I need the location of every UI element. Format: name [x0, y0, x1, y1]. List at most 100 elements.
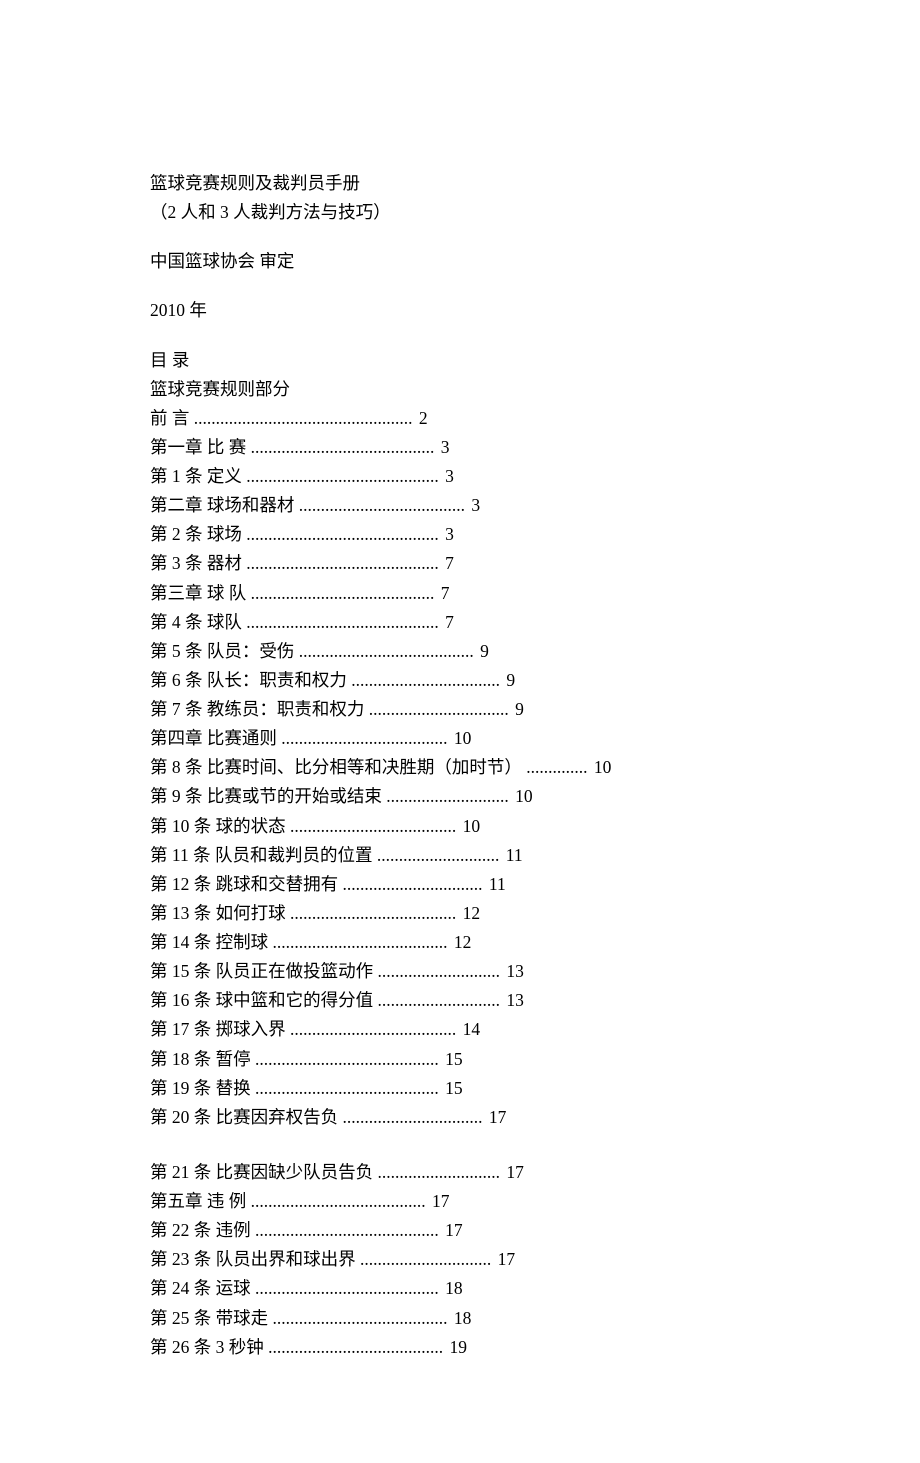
toc-entry-page: 17 [428, 1191, 450, 1211]
toc-entry-page: 15 [441, 1049, 463, 1069]
toc-entry-label: 第 10 条 球的状态 [150, 816, 286, 836]
toc-leader-dots: ...................................... [286, 903, 457, 923]
toc-entry-page: 18 [441, 1278, 463, 1298]
toc-entry-label: 第二章 球场和器材 [150, 495, 294, 515]
toc-leader-dots: ........................................ [268, 1308, 447, 1328]
toc-entry-label: 第 6 条 队长：职责和权力 [150, 670, 347, 690]
toc-leader-dots: ...................................... [277, 728, 448, 748]
toc-entry: 第 1 条 定义 ...............................… [150, 463, 770, 490]
toc-entry: 第 20 条 比赛因弃权告负 .........................… [150, 1104, 770, 1131]
toc-entry: 第 2 条 球场 ...............................… [150, 521, 770, 548]
toc-entry: 第 7 条 教练员：职责和权力 ........................… [150, 696, 770, 723]
toc-entry-page: 7 [441, 612, 454, 632]
toc-entry-page: 10 [590, 757, 612, 777]
toc-entry: 第 8 条 比赛时间、比分相等和决胜期（加时节） .............. … [150, 754, 770, 781]
toc-entry: 第 24 条 运球 ..............................… [150, 1275, 770, 1302]
document-subtitle: （2 人和 3 人裁判方法与技巧） [150, 199, 770, 226]
toc-leader-dots: ........................................… [251, 1049, 439, 1069]
toc-entry-label: 第 8 条 比赛时间、比分相等和决胜期（加时节） [150, 757, 522, 777]
toc-list: 前 言 ....................................… [150, 405, 770, 1361]
toc-entry-page: 10 [450, 728, 472, 748]
toc-entry-label: 第 22 条 违例 [150, 1220, 251, 1240]
toc-entry-page: 13 [502, 990, 524, 1010]
approval-line: 中国篮球协会 审定 [150, 248, 770, 275]
toc-leader-dots: ........................................ [268, 932, 447, 952]
toc-entry-label: 第四章 比赛通则 [150, 728, 277, 748]
toc-entry-page: 13 [502, 961, 524, 981]
document-page: 篮球竞赛规则及裁判员手册 （2 人和 3 人裁判方法与技巧） 中国篮球协会 审定… [0, 0, 920, 1463]
toc-entry: 第 26 条 3 秒钟 ............................… [150, 1334, 770, 1361]
toc-entry: 前 言 ....................................… [150, 405, 770, 432]
toc-entry: 第 5 条 队员：受伤 ............................… [150, 638, 770, 665]
toc-entry-label: 第 17 条 掷球入界 [150, 1019, 286, 1039]
toc-entry-label: 第 9 条 比赛或节的开始或结束 [150, 786, 382, 806]
toc-entry: 第 25 条 带球走 .............................… [150, 1305, 770, 1332]
toc-leader-dots: ................................ [338, 1107, 482, 1127]
toc-entry: 第 22 条 违例 ..............................… [150, 1217, 770, 1244]
toc-entry-label: 第 20 条 比赛因弃权告负 [150, 1107, 338, 1127]
toc-gap [150, 1133, 770, 1159]
toc-leader-dots: ........................................ [294, 641, 473, 661]
toc-leader-dots: ...................................... [294, 495, 465, 515]
toc-entry-label: 前 言 [150, 408, 189, 428]
toc-entry-page: 3 [436, 437, 449, 457]
toc-entry-label: 第 11 条 队员和裁判员的位置 [150, 845, 372, 865]
toc-entry-label: 第 21 条 比赛因缺少队员告负 [150, 1162, 373, 1182]
toc-entry-page: 3 [441, 524, 454, 544]
toc-entry: 第五章 违 例 ................................… [150, 1188, 770, 1215]
toc-leader-dots: ........................................… [242, 466, 439, 486]
toc-entry: 第 18 条 暂停 ..............................… [150, 1046, 770, 1073]
toc-leader-dots: ........................................ [264, 1337, 443, 1357]
toc-entry-page: 10 [511, 786, 533, 806]
toc-leader-dots: ...................................... [286, 1019, 457, 1039]
toc-entry-label: 第 23 条 队员出界和球出界 [150, 1249, 356, 1269]
toc-entry-page: 3 [467, 495, 480, 515]
toc-entry-page: 17 [502, 1162, 524, 1182]
toc-entry-page: 14 [458, 1019, 480, 1039]
toc-entry: 第 10 条 球的状态 ............................… [150, 813, 770, 840]
toc-entry-page: 9 [476, 641, 489, 661]
toc-leader-dots: ...................................... [286, 816, 457, 836]
toc-entry-label: 第 4 条 球队 [150, 612, 242, 632]
toc-leader-dots: ............................ [372, 845, 499, 865]
toc-leader-dots: .............................. [356, 1249, 492, 1269]
toc-entry: 第 4 条 球队 ...............................… [150, 609, 770, 636]
toc-entry-page: 7 [436, 583, 449, 603]
toc-entry-page: 9 [502, 670, 515, 690]
toc-entry: 第二章 球场和器材 ..............................… [150, 492, 770, 519]
toc-leader-dots: ........................................… [189, 408, 412, 428]
toc-entry: 第 21 条 比赛因缺少队员告负 .......................… [150, 1159, 770, 1186]
toc-leader-dots: .................................. [347, 670, 500, 690]
toc-entry-page: 2 [415, 408, 428, 428]
toc-entry: 第 17 条 掷球入界 ............................… [150, 1016, 770, 1043]
toc-leader-dots: ................................ [364, 699, 508, 719]
toc-entry-page: 11 [501, 845, 522, 865]
toc-entry-page: 7 [441, 553, 454, 573]
toc-entry-page: 12 [450, 932, 472, 952]
toc-entry: 第 3 条 器材 ...............................… [150, 550, 770, 577]
toc-leader-dots: ............................ [373, 1162, 500, 1182]
toc-entry-page: 11 [485, 874, 506, 894]
toc-entry-page: 10 [458, 816, 480, 836]
toc-entry-label: 第五章 违 例 [150, 1191, 246, 1211]
toc-entry-page: 9 [511, 699, 524, 719]
toc-entry: 第 16 条 球中篮和它的得分值 .......................… [150, 987, 770, 1014]
year-line: 2010 年 [150, 297, 770, 324]
toc-entry-label: 第 5 条 队员：受伤 [150, 641, 294, 661]
toc-section-title: 篮球竞赛规则部分 [150, 376, 770, 403]
toc-entry: 第三章 球 队 ................................… [150, 580, 770, 607]
toc-leader-dots: ................................ [338, 874, 482, 894]
toc-leader-dots: ........................................… [251, 1078, 439, 1098]
toc-entry-label: 第 13 条 如何打球 [150, 903, 286, 923]
toc-leader-dots: ............................ [382, 786, 509, 806]
toc-entry-label: 第 18 条 暂停 [150, 1049, 251, 1069]
toc-leader-dots: ........................................… [251, 1278, 439, 1298]
toc-entry-label: 第 2 条 球场 [150, 524, 242, 544]
toc-leader-dots: ........................................… [242, 553, 439, 573]
toc-leader-dots: ........................................… [242, 612, 439, 632]
toc-entry-page: 17 [485, 1107, 507, 1127]
toc-entry: 第 23 条 队员出界和球出界 ........................… [150, 1246, 770, 1273]
toc-entry-label: 第一章 比 赛 [150, 437, 246, 457]
toc-entry: 第一章 比 赛 ................................… [150, 434, 770, 461]
toc-entry-page: 12 [458, 903, 480, 923]
